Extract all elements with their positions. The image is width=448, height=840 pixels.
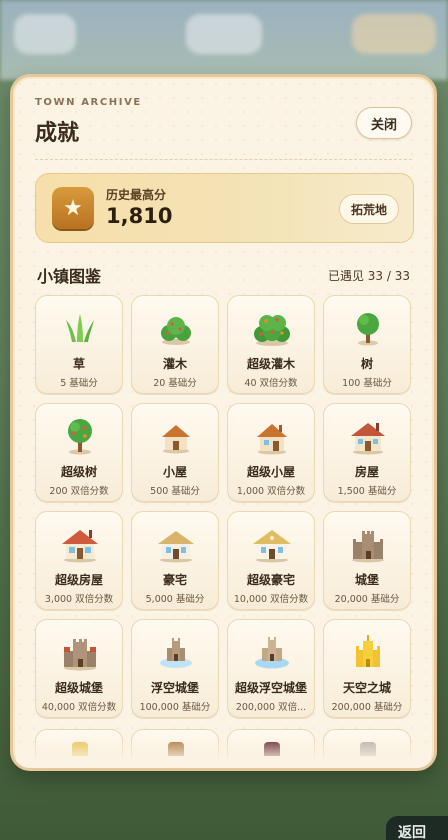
- close-button[interactable]: 关闭: [356, 107, 412, 139]
- collection-card[interactable]: 城堡 20,000 基础分: [323, 511, 411, 610]
- collection-card[interactable]: 房屋 1,500 基础分: [323, 403, 411, 502]
- super-mansion-icon: [253, 530, 291, 563]
- item-name: 超级豪宅: [246, 573, 295, 587]
- wasteland-button[interactable]: 拓荒地: [339, 194, 399, 224]
- item-points: 40,000 双倍分数: [41, 702, 117, 713]
- achievements-panel: TOWN ARCHIVE 成就 关闭 ★ 历史最高分 1,810 拓荒地 小镇图…: [10, 74, 437, 771]
- collection-card[interactable]: 超级城堡 40,000 双倍分数: [35, 619, 123, 718]
- background-bottom-button-label: 返回: [398, 825, 426, 840]
- item-name: 灌木: [162, 357, 187, 371]
- header-divider: [35, 159, 412, 160]
- item-name: 草: [72, 357, 85, 371]
- item-points: 5 基础分: [60, 378, 98, 389]
- collection-card[interactable]: 草 5 基础分: [35, 295, 123, 394]
- collection-card[interactable]: 浮空城堡 100,000 基础分: [131, 619, 219, 718]
- collection-card[interactable]: 超级豪宅 10,000 双倍分数: [227, 511, 315, 610]
- collection-card[interactable]: 小屋 500 基础分: [131, 403, 219, 502]
- scroll-fade: [16, 738, 431, 768]
- item-points: 200,000 基础分: [331, 702, 403, 713]
- collection-title: 小镇图鉴: [37, 267, 102, 286]
- item-name: 天空之城: [342, 681, 391, 695]
- item-points: 20,000 基础分: [334, 594, 400, 605]
- item-name: 超级城堡: [54, 681, 103, 695]
- item-points: 5,000 基础分: [145, 594, 205, 605]
- super-tree-icon: [68, 419, 92, 455]
- floating-castle-icon: [160, 638, 192, 668]
- collection-card[interactable]: 超级房屋 3,000 双倍分数: [35, 511, 123, 610]
- collection-card[interactable]: 天空之城 200,000 基础分: [323, 619, 411, 718]
- item-points: 200,000 双倍...: [235, 702, 307, 713]
- item-points: 10,000 双倍分数: [233, 594, 309, 605]
- item-name: 超级小屋: [246, 465, 295, 479]
- bush-icon: [161, 317, 191, 345]
- super-hut-icon: [257, 424, 287, 455]
- item-name: 超级树: [60, 465, 97, 479]
- item-points: 100,000 基础分: [139, 702, 211, 713]
- collection-grid: 草 5 基础分 灌木 20 基础分 超级灌木 40 双倍分数 树 100 基础分…: [35, 295, 413, 718]
- item-name: 树: [360, 357, 373, 371]
- panel-eyebrow: TOWN ARCHIVE: [35, 97, 142, 108]
- item-name: 城堡: [354, 573, 379, 587]
- super-castle-icon: [64, 639, 96, 671]
- item-name: 超级灌木: [246, 357, 295, 371]
- best-score-label: 历史最高分: [106, 188, 167, 202]
- item-points: 3,000 双倍分数: [44, 594, 114, 605]
- item-name: 房屋: [354, 465, 379, 479]
- super-bush-icon: [254, 315, 290, 346]
- background-back-pill: [14, 14, 76, 54]
- item-points: 1,500 基础分: [337, 486, 397, 497]
- item-points: 1,000 双倍分数: [236, 486, 306, 497]
- tree-icon: [357, 313, 379, 346]
- collection-card[interactable]: 超级灌木 40 双倍分数: [227, 295, 315, 394]
- castle-icon: [352, 531, 384, 563]
- star-icon: ★: [52, 187, 94, 229]
- item-points: 500 基础分: [150, 486, 200, 497]
- grass-icon: [66, 314, 94, 342]
- hut-icon: [162, 425, 190, 454]
- collection-card[interactable]: 树 100 基础分: [323, 295, 411, 394]
- super-house-icon: [62, 530, 98, 563]
- collection-card[interactable]: 超级小屋 1,000 双倍分数: [227, 403, 315, 502]
- item-name: 超级浮空城堡: [234, 681, 307, 695]
- collection-card[interactable]: 豪宅 5,000 基础分: [131, 511, 219, 610]
- background-bottom-button: 返回: [386, 816, 448, 840]
- item-points: 100 基础分: [342, 378, 392, 389]
- house-icon: [351, 423, 385, 455]
- background-center-pill: [186, 14, 262, 54]
- item-points: 200 双倍分数: [49, 486, 109, 497]
- mansion-icon: [158, 531, 194, 563]
- item-points: 20 基础分: [153, 378, 197, 389]
- background-top-bar: [0, 0, 448, 80]
- item-name: 超级房屋: [54, 573, 103, 587]
- item-points: 40 双倍分数: [244, 378, 298, 389]
- collection-card[interactable]: 超级树 200 双倍分数: [35, 403, 123, 502]
- background-score-pill: [352, 14, 436, 54]
- collection-count: 已遇见 33 / 33: [327, 269, 410, 283]
- panel-title: 成就: [35, 121, 80, 146]
- best-score-card: ★ 历史最高分 1,810 拓荒地: [35, 173, 414, 243]
- item-name: 小屋: [162, 465, 187, 479]
- item-name: 豪宅: [162, 573, 187, 587]
- item-name: 浮空城堡: [150, 681, 199, 695]
- collection-card[interactable]: 灌木 20 基础分: [131, 295, 219, 394]
- best-score-value: 1,810: [106, 204, 173, 228]
- collection-card[interactable]: 超级浮空城堡 200,000 双倍...: [227, 619, 315, 718]
- super-floating-castle-icon: [255, 637, 289, 669]
- sky-city-icon: [356, 635, 380, 667]
